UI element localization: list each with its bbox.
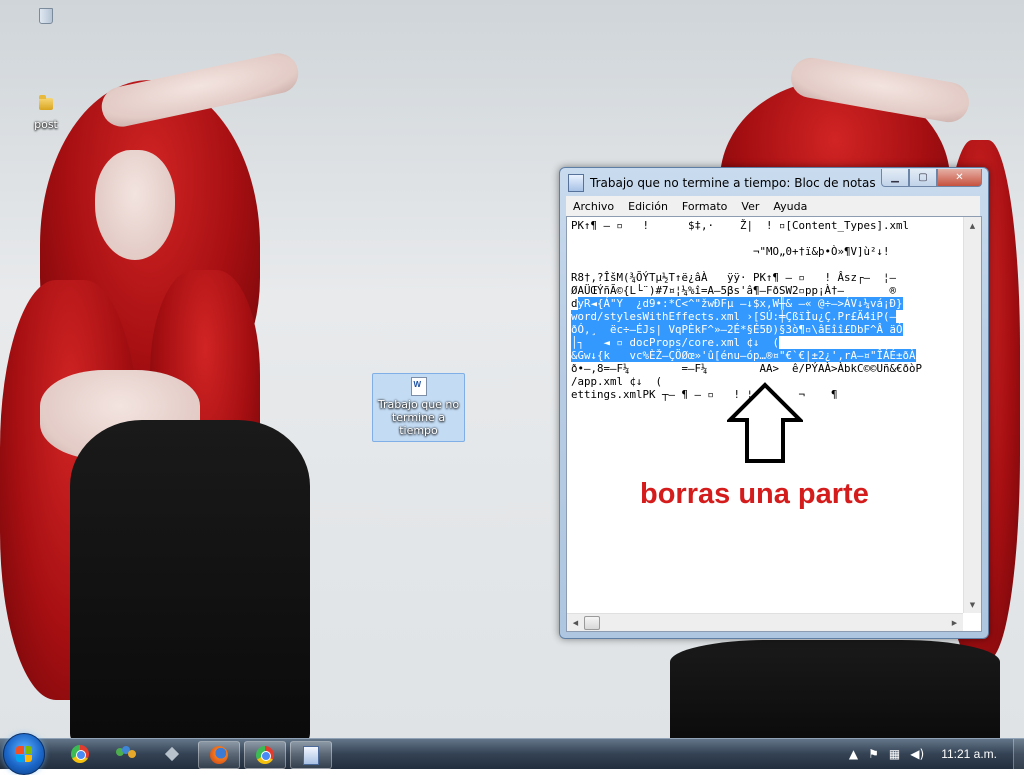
notepad-icon	[303, 745, 319, 765]
notepad-icon	[568, 174, 584, 192]
menu-bar: Archivo Edición Formato Ver Ayuda	[566, 196, 980, 217]
annotation-arrow-icon	[727, 382, 803, 463]
window-titlebar[interactable]: Trabajo que no termine a tiempo: Bloc de…	[568, 174, 876, 192]
window-title: Trabajo que no termine a tiempo: Bloc de…	[590, 176, 876, 190]
desktop-icon-post[interactable]: post	[28, 95, 64, 131]
taskbar-notepad[interactable]	[290, 741, 332, 769]
users-icon	[116, 746, 136, 762]
close-button[interactable]: ✕	[937, 169, 982, 187]
menu-ver[interactable]: Ver	[734, 200, 766, 213]
minimize-icon: ▁	[891, 172, 899, 183]
volume-icon[interactable]: ◀)	[910, 747, 924, 761]
scroll-up-icon[interactable]: ▲	[964, 217, 981, 234]
recycle-bin-icon	[39, 8, 53, 24]
scroll-left-icon[interactable]: ◀	[567, 614, 584, 631]
start-button[interactable]	[3, 733, 45, 775]
taskbar-chrome-pinned[interactable]	[60, 741, 100, 767]
maximize-button[interactable]: ▢	[909, 169, 937, 187]
vertical-scrollbar[interactable]: ▲ ▼	[963, 217, 981, 613]
horizontal-scrollbar[interactable]: ◀ ▶	[567, 613, 963, 631]
clock[interactable]: 11:21 a.m.	[941, 747, 997, 761]
chrome-icon	[256, 746, 274, 764]
taskbar-firefox[interactable]	[198, 741, 240, 769]
annotation-text: borras una parte	[640, 478, 869, 510]
selected-text: yR◄{Á"Y ¿d9•:*C<^"žwÐFµ –↓$x,W╫& –« @÷–>…	[571, 297, 916, 362]
menu-formato[interactable]: Formato	[675, 200, 735, 213]
chrome-icon	[71, 745, 89, 763]
desktop-icon-recycle-bin[interactable]	[36, 8, 56, 24]
desktop-icon-label: Trabajo que no termine a tiempo	[377, 398, 460, 437]
taskbar: ▲ ⚑ ▦ ◀) 11:21 a.m.	[0, 733, 1024, 775]
menu-archivo[interactable]: Archivo	[566, 200, 621, 213]
scroll-right-icon[interactable]: ▶	[946, 614, 963, 631]
taskbar-chrome[interactable]	[244, 741, 286, 769]
system-tray: ▲ ⚑ ▦ ◀) 11:21 a.m.	[844, 739, 1024, 769]
menu-ayuda[interactable]: Ayuda	[766, 200, 814, 213]
word-document-icon	[410, 377, 427, 396]
desktop-icon-label: post	[34, 118, 58, 131]
desktop-icon-trabajo[interactable]: Trabajo que no termine a tiempo	[372, 373, 465, 442]
network-icon[interactable]: ▦	[889, 747, 900, 761]
window-controls: ▁ ▢ ✕	[881, 169, 982, 187]
close-icon: ✕	[955, 172, 964, 183]
taskbar-users[interactable]	[106, 741, 146, 767]
menu-edicion[interactable]: Edición	[621, 200, 675, 213]
minimize-button[interactable]: ▁	[881, 169, 909, 187]
folder-icon	[39, 95, 53, 110]
flag-icon[interactable]: ⚑	[868, 747, 879, 761]
taskbar-app[interactable]	[152, 741, 192, 767]
show-hidden-icons-icon[interactable]: ▲	[849, 747, 858, 761]
maximize-icon: ▢	[918, 172, 928, 183]
windows-logo-icon	[16, 746, 32, 762]
show-desktop-button[interactable]	[1013, 739, 1024, 769]
diamond-icon	[164, 746, 180, 762]
scroll-thumb[interactable]	[584, 616, 600, 630]
firefox-icon	[210, 746, 228, 764]
scroll-down-icon[interactable]: ▼	[964, 596, 981, 613]
wallpaper-figure-left	[0, 40, 360, 738]
